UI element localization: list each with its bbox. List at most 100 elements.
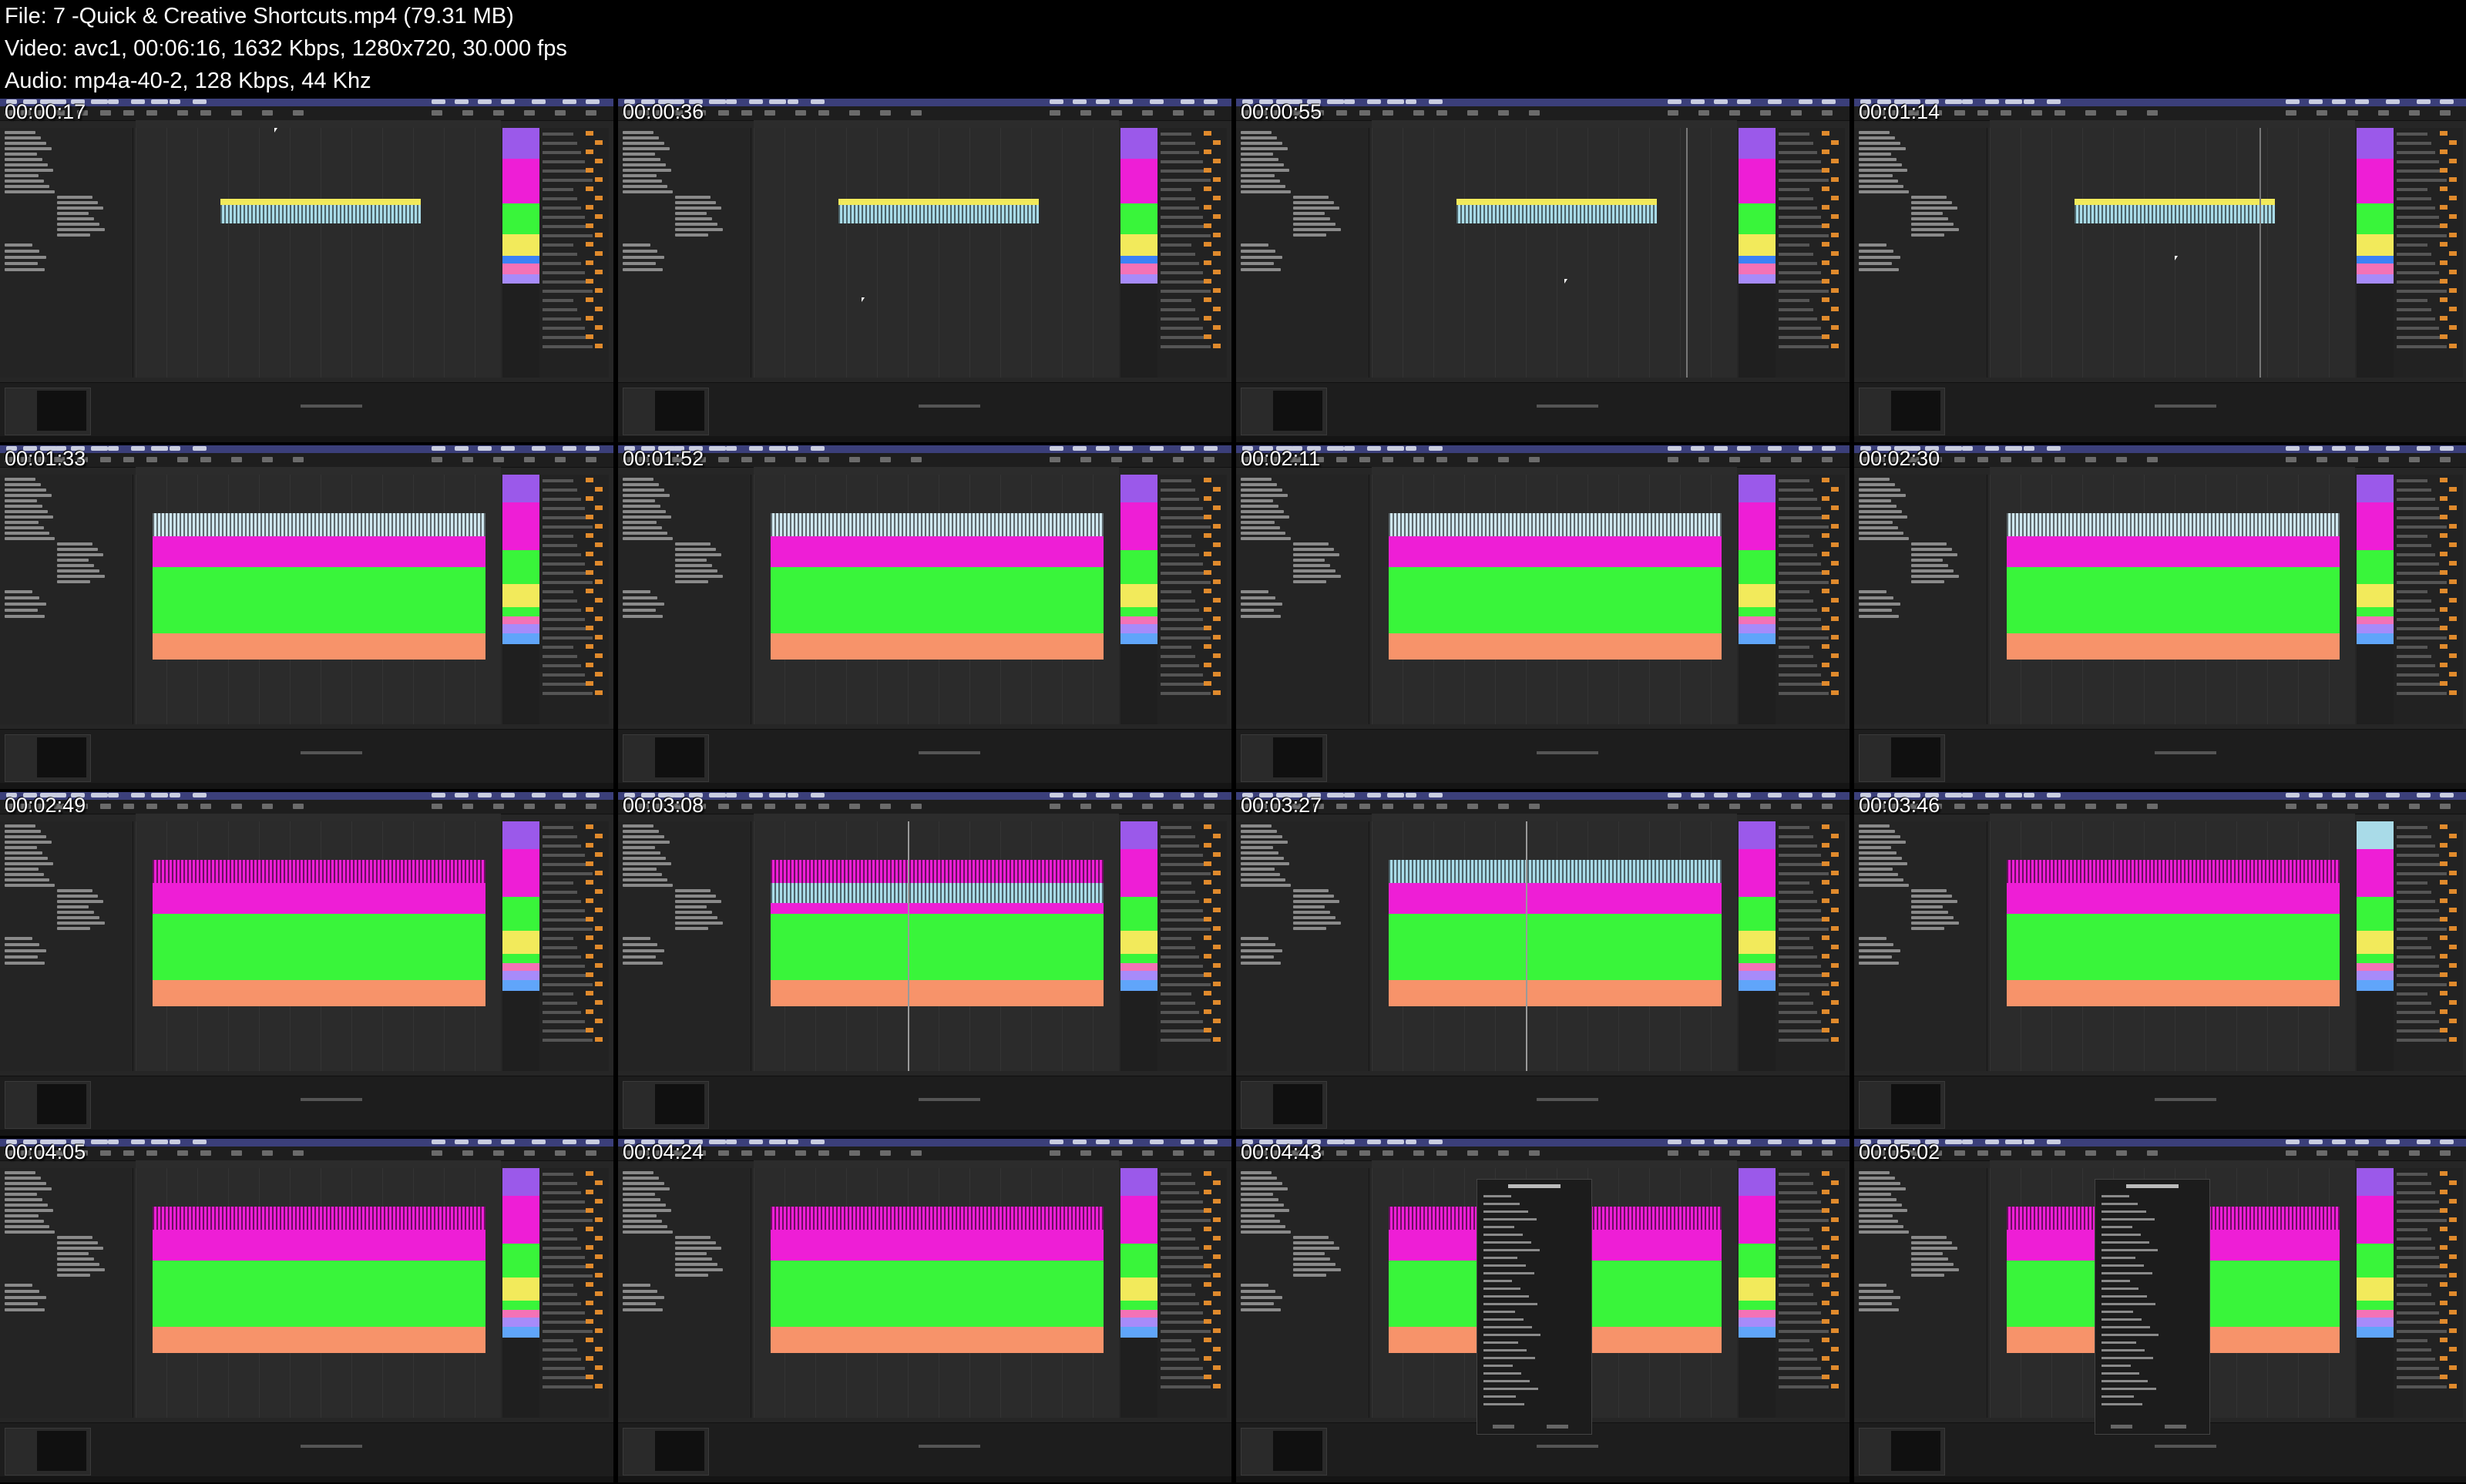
export-dialog[interactable] bbox=[2095, 1179, 2210, 1435]
browser-category[interactable] bbox=[1241, 1284, 1268, 1287]
browser-item[interactable] bbox=[1293, 559, 1325, 562]
track-activator[interactable] bbox=[1213, 344, 1221, 348]
track-color-strip[interactable] bbox=[1120, 1278, 1157, 1301]
track-activator[interactable] bbox=[2449, 233, 2457, 237]
browser-category[interactable] bbox=[5, 949, 46, 952]
track-activator[interactable] bbox=[2449, 270, 2457, 274]
browser-item[interactable] bbox=[623, 131, 653, 134]
browser-item[interactable] bbox=[1241, 835, 1282, 838]
browser-item[interactable] bbox=[1293, 201, 1334, 204]
track-color-strip[interactable] bbox=[2357, 980, 2394, 991]
track-color-strip[interactable] bbox=[2357, 524, 2394, 550]
menu-item[interactable] bbox=[131, 99, 145, 104]
browser-item[interactable] bbox=[1911, 895, 1952, 898]
track-activator[interactable] bbox=[2449, 834, 2457, 838]
menu-item[interactable] bbox=[1945, 446, 1962, 451]
browser-item[interactable] bbox=[5, 190, 55, 193]
track-activator[interactable] bbox=[2440, 149, 2448, 154]
dialog-option[interactable] bbox=[2101, 1218, 2155, 1220]
track-activator[interactable] bbox=[2449, 487, 2457, 492]
menu-item[interactable] bbox=[170, 1140, 180, 1144]
audio-clip[interactable] bbox=[220, 205, 421, 223]
menu-item[interactable] bbox=[1985, 793, 1999, 797]
browser-item[interactable] bbox=[675, 1252, 707, 1255]
browser-item[interactable] bbox=[1241, 1204, 1284, 1207]
toolbar-control[interactable] bbox=[1791, 1150, 1802, 1156]
thumbnail[interactable]: 00:02:30 bbox=[1854, 445, 2466, 789]
track-activator[interactable] bbox=[2449, 1199, 2457, 1204]
browser-item[interactable] bbox=[1241, 1193, 1273, 1196]
browser-item[interactable] bbox=[675, 569, 717, 572]
toolbar-control[interactable] bbox=[1204, 457, 1215, 462]
track-activator[interactable] bbox=[1822, 1356, 1829, 1361]
track-activator[interactable] bbox=[1213, 690, 1221, 695]
toolbar-control[interactable] bbox=[2378, 457, 2389, 462]
toolbar-control[interactable] bbox=[718, 804, 729, 809]
toolbar-control[interactable] bbox=[911, 804, 922, 809]
toolbar-control[interactable] bbox=[493, 1150, 504, 1156]
track-activator[interactable] bbox=[1213, 871, 1221, 875]
track-activator[interactable] bbox=[595, 1310, 603, 1314]
track-activator[interactable] bbox=[2449, 1000, 2457, 1005]
browser-item[interactable] bbox=[1859, 499, 1891, 502]
browser-category[interactable] bbox=[5, 603, 46, 606]
track-color-strip[interactable] bbox=[502, 954, 539, 963]
track-color-strip[interactable] bbox=[2357, 264, 2394, 274]
browser-item[interactable] bbox=[1859, 515, 1907, 519]
browser-category[interactable] bbox=[1859, 268, 1899, 271]
dialog-option[interactable] bbox=[2101, 1257, 2135, 1259]
toolbar-control[interactable] bbox=[1204, 110, 1215, 116]
browser-category[interactable] bbox=[1241, 243, 1268, 247]
toolbar-control[interactable] bbox=[2347, 457, 2358, 462]
track-activator[interactable] bbox=[595, 561, 603, 566]
drum-clip[interactable] bbox=[2007, 860, 2340, 883]
synth-clip[interactable] bbox=[771, 903, 1104, 914]
audio-clip-header[interactable] bbox=[838, 199, 1039, 205]
track-activator[interactable] bbox=[1822, 843, 1829, 848]
track-color-strip[interactable] bbox=[1739, 475, 1776, 502]
track-activator[interactable] bbox=[2449, 963, 2457, 968]
track-activator[interactable] bbox=[586, 843, 593, 848]
browser-item[interactable] bbox=[1859, 1187, 1906, 1190]
dialog-option[interactable] bbox=[1483, 1365, 1513, 1367]
track-color-strip[interactable] bbox=[2357, 607, 2394, 616]
menu-item[interactable] bbox=[151, 793, 168, 797]
browser-item[interactable] bbox=[1911, 922, 1959, 925]
browser-item[interactable] bbox=[1859, 1182, 1900, 1185]
toolbar-control[interactable] bbox=[1822, 457, 1833, 462]
browser-item[interactable] bbox=[675, 201, 716, 204]
menu-item[interactable] bbox=[709, 99, 726, 104]
browser-item[interactable] bbox=[1241, 537, 1291, 540]
track-activator[interactable] bbox=[586, 644, 593, 649]
browser-item[interactable] bbox=[623, 136, 659, 139]
toolbar-control[interactable] bbox=[718, 457, 729, 462]
browser-item[interactable] bbox=[623, 1220, 662, 1223]
menu-item[interactable] bbox=[108, 793, 119, 797]
track-activator[interactable] bbox=[586, 991, 593, 995]
audio-clip-header[interactable] bbox=[1456, 199, 1657, 205]
browser-item[interactable] bbox=[57, 905, 89, 908]
track-activator[interactable] bbox=[1204, 824, 1211, 829]
browser-item[interactable] bbox=[5, 494, 52, 497]
browser-item[interactable] bbox=[623, 841, 670, 844]
toolbar-control[interactable] bbox=[524, 1150, 535, 1156]
lead-clip[interactable] bbox=[1389, 633, 1722, 660]
toolbar-control[interactable] bbox=[849, 1150, 860, 1156]
browser-item[interactable] bbox=[1859, 824, 1890, 828]
toolbar-control[interactable] bbox=[1142, 804, 1153, 809]
browser-item[interactable] bbox=[1859, 862, 1907, 865]
browser-item[interactable] bbox=[1293, 569, 1335, 572]
track-color-strip[interactable] bbox=[2357, 550, 2394, 584]
track-color-strip[interactable] bbox=[1120, 1327, 1157, 1338]
browser-item[interactable] bbox=[1241, 868, 1275, 871]
arrangement-view[interactable] bbox=[754, 475, 1119, 724]
toolbar-control[interactable] bbox=[1977, 1150, 1988, 1156]
track-activator[interactable] bbox=[1822, 1319, 1829, 1324]
browser-item[interactable] bbox=[623, 526, 662, 529]
track-activator[interactable] bbox=[1213, 1291, 1221, 1296]
toolbar-control[interactable] bbox=[911, 110, 922, 116]
browser-category[interactable] bbox=[623, 609, 656, 612]
track-activator[interactable] bbox=[586, 1028, 593, 1032]
toolbar-control[interactable] bbox=[1142, 457, 1153, 462]
dialog-option[interactable] bbox=[1483, 1395, 1516, 1398]
